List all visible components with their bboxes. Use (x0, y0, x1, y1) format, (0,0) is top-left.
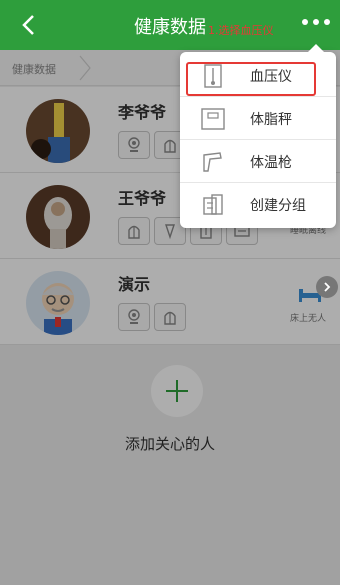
step-annotation: 1.选择血压仪 (208, 24, 274, 37)
more-menu-icon[interactable] (302, 14, 330, 30)
highlight-box (186, 62, 316, 96)
app-header: 健康数据 1.选择血压仪 (0, 0, 340, 50)
body-fat-scale-icon (201, 108, 225, 130)
thermometer-gun-icon (203, 152, 222, 172)
menu-item-thermometer-gun[interactable]: 体温枪 (180, 140, 336, 183)
page-title: 健康数据 (134, 17, 206, 38)
menu-item-create-group[interactable]: 创建分组 (180, 183, 336, 226)
menu-item-label: 创建分组 (250, 198, 306, 214)
menu-item-label: 体温枪 (250, 155, 292, 171)
create-group-icon (203, 194, 223, 215)
menu-item-body-fat-scale[interactable]: 体脂秤 (180, 97, 336, 140)
menu-item-label: 体脂秤 (250, 112, 292, 128)
chevron-right-icon[interactable] (316, 276, 338, 298)
menu-caret (308, 44, 324, 52)
